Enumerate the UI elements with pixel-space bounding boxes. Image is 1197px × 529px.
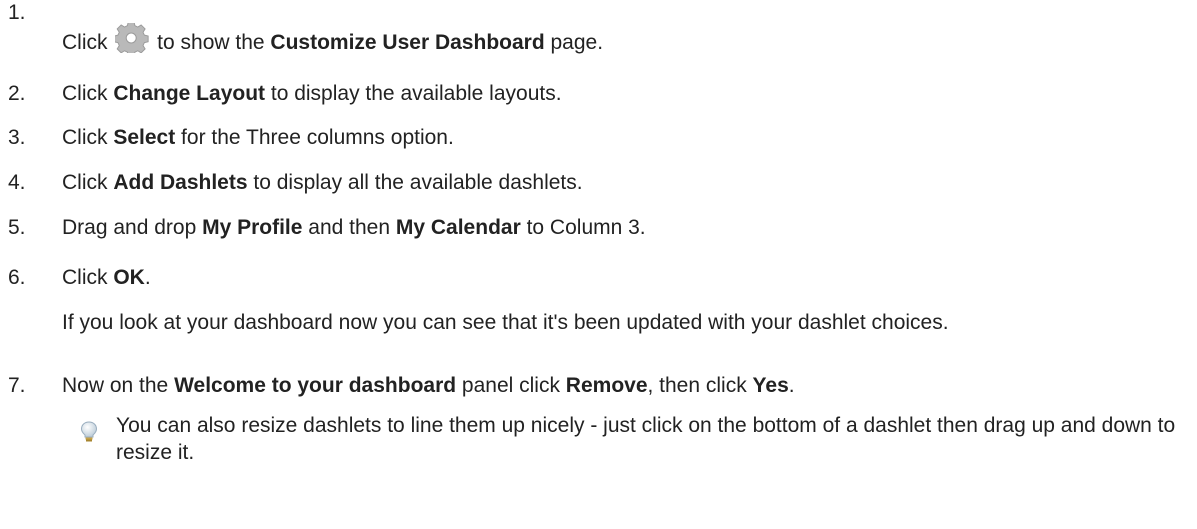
step-number: 1.	[8, 1, 26, 24]
step-number: 4.	[8, 171, 26, 194]
step-number: 7.	[8, 374, 26, 397]
lightbulb-icon	[80, 421, 98, 443]
gear-icon	[114, 21, 149, 57]
step-number: 5.	[8, 216, 26, 239]
step-text: Click Change Layout to display the avail…	[62, 82, 562, 105]
step-text: Drag and drop My Profile and then My Cal…	[62, 216, 646, 239]
step-text: Now on the Welcome to your dashboard pan…	[62, 374, 795, 397]
step-6-note: If you look at your dashboard now you ca…	[62, 311, 949, 334]
step-text: Click to show the Customize User Dashboa…	[62, 21, 603, 57]
step-number: 2.	[8, 82, 26, 105]
step-number: 3.	[8, 126, 26, 149]
step-number: 6.	[8, 266, 26, 289]
step-text: Click Select for the Three columns optio…	[62, 126, 454, 149]
tip-text: You can also resize dashlets to line the…	[116, 414, 1176, 464]
step-text: Click Add Dashlets to display all the av…	[62, 171, 583, 194]
step-text: Click OK.	[62, 266, 151, 289]
